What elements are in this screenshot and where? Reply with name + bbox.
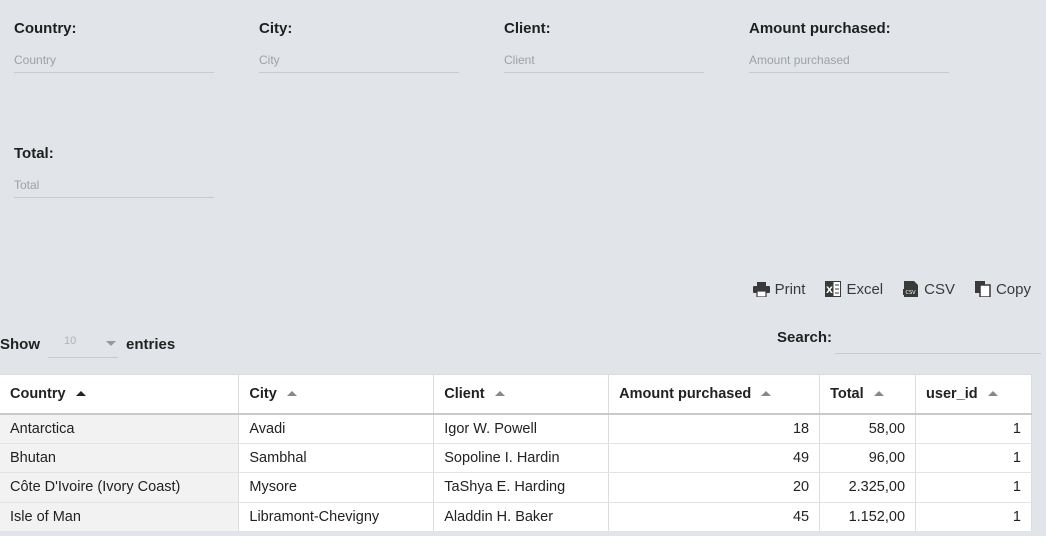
cell-city: Sambhal	[238, 443, 434, 473]
cell-total: 96,00	[819, 443, 916, 473]
chevron-down-icon	[106, 341, 116, 346]
table-row[interactable]: Bhutan Sambhal Sopoline I. Hardin 49 96,…	[0, 443, 1032, 473]
print-button[interactable]: Print	[752, 278, 806, 300]
cell-amount: 18	[608, 413, 820, 444]
cell-amount: 20	[608, 472, 820, 503]
entries-label: entries	[126, 335, 176, 353]
excel-button-label: Excel	[846, 280, 884, 298]
csv-button[interactable]: CSV CSV	[903, 278, 955, 300]
show-label: Show	[0, 335, 40, 353]
column-header-client[interactable]: Client	[433, 374, 609, 415]
cell-country: Côte D'Ivoire (Ivory Coast)	[0, 472, 239, 503]
svg-text:X: X	[826, 286, 833, 296]
search-label: Search:	[777, 329, 833, 346]
cell-country: Bhutan	[0, 443, 239, 473]
entries-select[interactable]: 10	[48, 330, 118, 358]
column-header-user-id[interactable]: user_id	[915, 374, 1032, 415]
csv-file-icon: CSV	[903, 281, 919, 297]
printer-icon	[752, 281, 770, 297]
cell-amount: 45	[608, 502, 820, 532]
print-button-label: Print	[774, 280, 806, 298]
entries-select-value: 10	[64, 335, 77, 347]
filter-client-label: Client:	[504, 20, 551, 37]
filter-client: Client:	[504, 20, 704, 73]
filter-country: Country:	[14, 20, 214, 73]
cell-country: Isle of Man	[0, 502, 239, 532]
cell-client: Igor W. Powell	[433, 413, 609, 444]
column-header-country[interactable]: Country	[0, 374, 239, 415]
sort-icon	[873, 390, 884, 396]
svg-text:CSV: CSV	[906, 290, 917, 296]
column-header-label: user_id	[926, 385, 978, 402]
filter-total: Total:	[14, 145, 214, 198]
search-control: Search:	[777, 326, 1042, 354]
cell-city: Mysore	[238, 472, 434, 503]
filter-country-input[interactable]	[14, 47, 214, 73]
copy-button-label: Copy	[995, 280, 1031, 298]
table-row[interactable]: Côte D'Ivoire (Ivory Coast) Mysore TaShy…	[0, 472, 1032, 503]
export-buttons: Print X Excel CSV CSV Copy	[752, 278, 1031, 300]
filter-total-label: Total:	[14, 145, 54, 162]
sort-ascending-icon	[75, 390, 86, 396]
column-header-label: Total	[830, 385, 864, 402]
filter-city-label: City:	[259, 20, 293, 37]
filter-amount-input[interactable]	[749, 47, 949, 73]
cell-client: TaShya E. Harding	[433, 472, 609, 503]
column-header-amount[interactable]: Amount purchased	[608, 374, 820, 415]
copy-icon	[974, 281, 991, 297]
table-row[interactable]: Antarctica Avadi Igor W. Powell 18 58,00…	[0, 413, 1032, 444]
column-header-total[interactable]: Total	[819, 374, 916, 415]
sort-icon	[987, 390, 998, 396]
filter-city: City:	[259, 20, 459, 73]
table-header-row: Country City Client Amount purchased Tot…	[0, 374, 1032, 415]
column-header-label: Country	[10, 385, 66, 402]
cell-country: Antarctica	[0, 413, 239, 444]
column-header-label: City	[249, 385, 277, 402]
cell-client: Aladdin H. Baker	[433, 502, 609, 532]
copy-button[interactable]: Copy	[974, 278, 1031, 300]
column-header-label: Client	[444, 385, 485, 402]
filter-amount-label: Amount purchased:	[749, 20, 891, 37]
column-header-label: Amount purchased	[619, 385, 752, 402]
filter-city-input[interactable]	[259, 47, 459, 73]
cell-city: Avadi	[238, 413, 434, 444]
sort-icon	[761, 390, 772, 396]
cell-user-id: 1	[915, 472, 1032, 503]
sort-icon	[494, 390, 505, 396]
filter-client-input[interactable]	[504, 47, 704, 73]
filter-country-label: Country:	[14, 20, 77, 37]
table-row[interactable]: Isle of Man Libramont-Chevigny Aladdin H…	[0, 502, 1032, 532]
sort-icon	[286, 390, 297, 396]
cell-user-id: 1	[915, 443, 1032, 473]
cell-total: 58,00	[819, 413, 916, 444]
csv-button-label: CSV	[924, 280, 955, 298]
cell-amount: 49	[608, 443, 820, 473]
cell-client: Sopoline I. Hardin	[433, 443, 609, 473]
cell-total: 2.325,00	[819, 472, 916, 503]
cell-user-id: 1	[915, 502, 1032, 532]
excel-button[interactable]: X Excel	[825, 278, 883, 300]
excel-icon: X	[825, 281, 842, 297]
filter-amount: Amount purchased:	[749, 20, 949, 73]
filter-total-input[interactable]	[14, 172, 214, 198]
cell-total: 1.152,00	[819, 502, 916, 532]
length-control: Show 10 entries	[0, 330, 175, 358]
search-input[interactable]	[835, 326, 1042, 354]
cell-city: Libramont-Chevigny	[238, 502, 434, 532]
cell-user-id: 1	[915, 413, 1032, 444]
data-table: Country City Client Amount purchased Tot…	[0, 374, 1032, 532]
column-header-city[interactable]: City	[238, 374, 434, 415]
